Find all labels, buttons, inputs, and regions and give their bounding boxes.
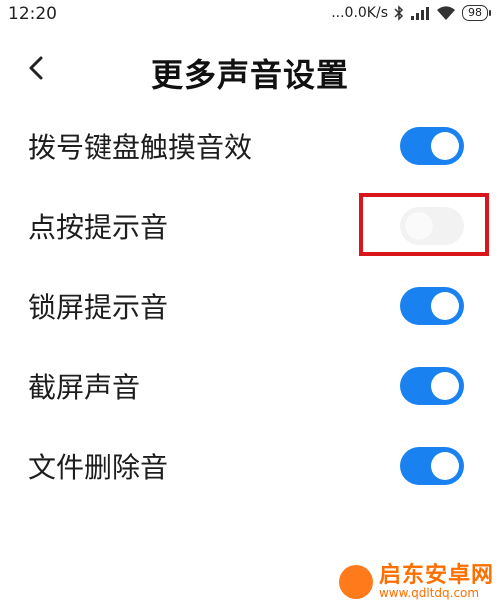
page-title: 更多声音设置 [150,56,349,94]
toggle-knob [431,372,459,400]
battery-icon: 98 [462,5,491,21]
header: 更多声音设置 [0,44,500,94]
watermark-text: 启东安卓网 www.qdltdq.com [379,564,494,600]
toggle-screenshot-sound[interactable] [400,367,464,405]
toggle-lock-screen-sound[interactable] [400,287,464,325]
setting-row-file-delete-sound: 文件删除音 [0,426,500,506]
setting-label: 点按提示音 [28,211,169,244]
watermark-title: 启东安卓网 [378,563,494,589]
status-icons: ...0.0K/s 98 [331,5,491,21]
toggle-dialpad-touch-sound[interactable] [400,127,464,165]
toggle-knob [431,452,459,480]
watermark: 启东安卓网 www.qdltdq.com [338,564,494,600]
bluetooth-icon [394,5,404,21]
setting-row-dialpad-touch-sound: 拨号键盘触摸音效 [0,106,500,186]
toggle-knob [431,292,459,320]
network-speed: ...0.0K/s [331,5,388,21]
wifi-icon [437,6,455,20]
status-bar: 12:20 ...0.0K/s 98 [0,0,500,30]
toggle-knob [431,132,459,160]
setting-label: 拨号键盘触摸音效 [28,131,253,164]
setting-label: 锁屏提示音 [28,291,169,324]
toggle-file-delete-sound[interactable] [400,447,464,485]
setting-row-lock-screen-sound: 锁屏提示音 [0,266,500,346]
setting-label: 截屏声音 [28,371,141,404]
setting-row-screenshot-sound: 截屏声音 [0,346,500,426]
setting-label: 文件删除音 [28,451,169,484]
status-time: 12:20 [8,4,57,24]
highlight-annotation-box [359,193,489,256]
watermark-logo [338,565,373,600]
signal-icon [411,7,429,20]
watermark-url: www.qdltdq.com [378,586,480,601]
